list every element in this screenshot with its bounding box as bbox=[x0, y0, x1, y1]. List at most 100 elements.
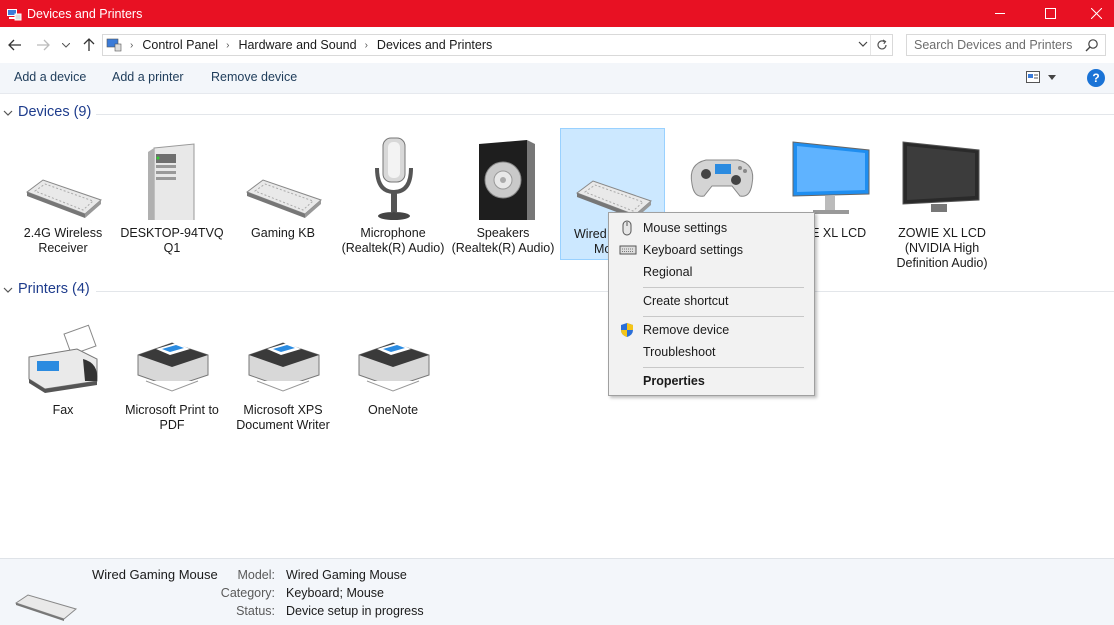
search-input[interactable] bbox=[914, 38, 1084, 52]
back-button[interactable] bbox=[5, 35, 25, 55]
device-tile[interactable]: Microphone (Realtek(R) Audio) bbox=[341, 128, 445, 260]
section-divider bbox=[96, 291, 1114, 292]
menu-item-label: Troubleshoot bbox=[643, 345, 716, 359]
printer-label: OneNote bbox=[367, 403, 419, 417]
printers-section-header[interactable]: Printers (4) bbox=[0, 281, 1114, 301]
section-title: Devices (9) bbox=[18, 104, 92, 120]
printer-icon bbox=[137, 342, 209, 392]
section-divider bbox=[96, 114, 1114, 115]
device-label: Microphone (Realtek(R) Audio) bbox=[341, 226, 445, 255]
window-title: Devices and Printers bbox=[27, 6, 143, 21]
computer-tower-icon bbox=[148, 143, 195, 220]
keyboard-icon bbox=[245, 179, 322, 218]
minimize-button[interactable] bbox=[977, 0, 1023, 27]
add-printer-button[interactable]: Add a printer bbox=[112, 70, 184, 84]
uac-shield-icon bbox=[621, 323, 633, 337]
printer-tile[interactable]: OneNote bbox=[341, 305, 445, 437]
menu-item-properties[interactable]: Properties bbox=[609, 371, 814, 391]
add-device-button[interactable]: Add a device bbox=[14, 70, 86, 84]
device-label-line1: Wired bbox=[574, 227, 607, 241]
printer-label: Fax bbox=[52, 403, 74, 417]
device-tile[interactable]: ZOWIE XL LCD (NVIDIA High Definition Aud… bbox=[889, 128, 995, 270]
devices-printers-icon bbox=[7, 8, 22, 20]
breadcrumb-control-panel[interactable]: Control Panel bbox=[142, 38, 218, 52]
menu-item-label: Create shortcut bbox=[643, 294, 729, 308]
address-history-button[interactable] bbox=[858, 38, 868, 53]
device-label: ZOWIE XL LCD (NVIDIA High Definition Aud… bbox=[896, 226, 988, 270]
printer-tile[interactable]: Microsoft XPS Document Writer bbox=[231, 305, 335, 437]
refresh-icon bbox=[876, 39, 887, 50]
printer-icon bbox=[358, 342, 430, 392]
breadcrumb-devices-and-printers[interactable]: Devices and Printers bbox=[377, 38, 492, 52]
device-label: DESKTOP-94TVQ Q1 bbox=[120, 226, 224, 255]
mouse-icon bbox=[622, 220, 632, 236]
remove-device-button[interactable]: Remove device bbox=[211, 70, 297, 84]
menu-item-label: Mouse settings bbox=[643, 221, 728, 235]
search-box[interactable] bbox=[906, 34, 1106, 56]
back-arrow-icon bbox=[8, 39, 21, 51]
details-category-value: Keyboard; Mouse bbox=[286, 586, 384, 600]
menu-item-regional[interactable]: Regional bbox=[609, 262, 814, 282]
monitor-icon bbox=[792, 141, 870, 214]
chevron-down-icon bbox=[62, 42, 70, 48]
printer-tile[interactable]: Microsoft Print to PDF bbox=[120, 305, 224, 437]
change-view-button[interactable] bbox=[1026, 71, 1056, 83]
help-button[interactable]: ? bbox=[1087, 69, 1105, 87]
forward-button[interactable] bbox=[33, 35, 53, 55]
recent-locations-button[interactable] bbox=[58, 35, 74, 55]
devices-section-header[interactable]: Devices (9) bbox=[0, 104, 1114, 124]
details-category-label: Category: bbox=[220, 586, 275, 600]
menu-item-label: Keyboard settings bbox=[643, 243, 744, 257]
control-panel-icon bbox=[106, 38, 122, 52]
details-model-label: Model: bbox=[237, 568, 275, 582]
keyboard-icon bbox=[575, 180, 652, 219]
details-status-value: Device setup in progress bbox=[286, 604, 424, 618]
search-icon[interactable] bbox=[1085, 38, 1099, 52]
device-tile[interactable]: Gaming KB bbox=[231, 128, 335, 260]
chevron-down-icon bbox=[3, 110, 13, 116]
menu-item-mouse-settings[interactable]: Mouse settings bbox=[609, 218, 814, 238]
device-tile[interactable]: 2.4G Wireless Receiver bbox=[11, 128, 115, 260]
menu-item-remove-device[interactable]: Remove device bbox=[609, 320, 814, 340]
section-title: Printers (4) bbox=[18, 281, 90, 297]
refresh-button[interactable] bbox=[870, 35, 892, 55]
device-tile[interactable]: Speakers (Realtek(R) Audio) bbox=[451, 128, 555, 260]
close-icon bbox=[1090, 8, 1102, 19]
up-button[interactable] bbox=[79, 35, 99, 55]
menu-item-label: Properties bbox=[643, 374, 705, 388]
maximize-icon bbox=[1044, 8, 1056, 19]
menu-item-keyboard-settings[interactable]: Keyboard settings bbox=[609, 240, 814, 260]
menu-separator bbox=[643, 367, 804, 368]
menu-separator bbox=[643, 287, 804, 288]
menu-item-create-shortcut[interactable]: Create shortcut bbox=[609, 291, 814, 311]
context-menu: Mouse settings Keyboard settings Regiona… bbox=[608, 212, 815, 396]
breadcrumb-separator-icon: › bbox=[364, 39, 368, 51]
title-bar: Devices and Printers bbox=[0, 0, 1114, 27]
details-pane: Wired Gaming Mouse Model: Wired Gaming M… bbox=[0, 558, 1114, 625]
details-status-label: Status: bbox=[236, 604, 275, 618]
device-tile[interactable]: DESKTOP-94TVQ Q1 bbox=[120, 128, 224, 260]
printer-tile[interactable]: Fax bbox=[11, 305, 115, 437]
up-arrow-icon bbox=[83, 38, 95, 51]
device-label: 2.4G Wireless Receiver bbox=[23, 226, 103, 255]
address-bar[interactable]: › Control Panel › Hardware and Sound › D… bbox=[102, 34, 893, 56]
menu-item-label: Regional bbox=[643, 265, 693, 279]
chevron-down-icon bbox=[3, 287, 13, 293]
menu-item-label: Remove device bbox=[643, 323, 730, 337]
microphone-icon bbox=[375, 137, 413, 220]
view-options-icon bbox=[1026, 71, 1040, 83]
speaker-icon bbox=[479, 140, 535, 220]
details-model-value: Wired Gaming Mouse bbox=[286, 568, 407, 582]
close-button[interactable] bbox=[1073, 0, 1114, 27]
breadcrumb-separator-icon: › bbox=[130, 39, 134, 51]
breadcrumb-hardware-and-sound[interactable]: Hardware and Sound bbox=[238, 38, 356, 52]
keyboard-icon bbox=[25, 179, 102, 218]
printer-label: Microsoft Print to PDF bbox=[125, 403, 219, 432]
maximize-button[interactable] bbox=[1027, 0, 1073, 27]
device-label: Speakers (Realtek(R) Audio) bbox=[451, 226, 555, 255]
chevron-down-icon bbox=[858, 41, 868, 47]
menu-item-troubleshoot[interactable]: Troubleshoot bbox=[609, 342, 814, 362]
chevron-down-icon bbox=[1048, 74, 1056, 80]
gamepad-icon bbox=[690, 159, 754, 197]
forward-arrow-icon bbox=[37, 39, 50, 51]
